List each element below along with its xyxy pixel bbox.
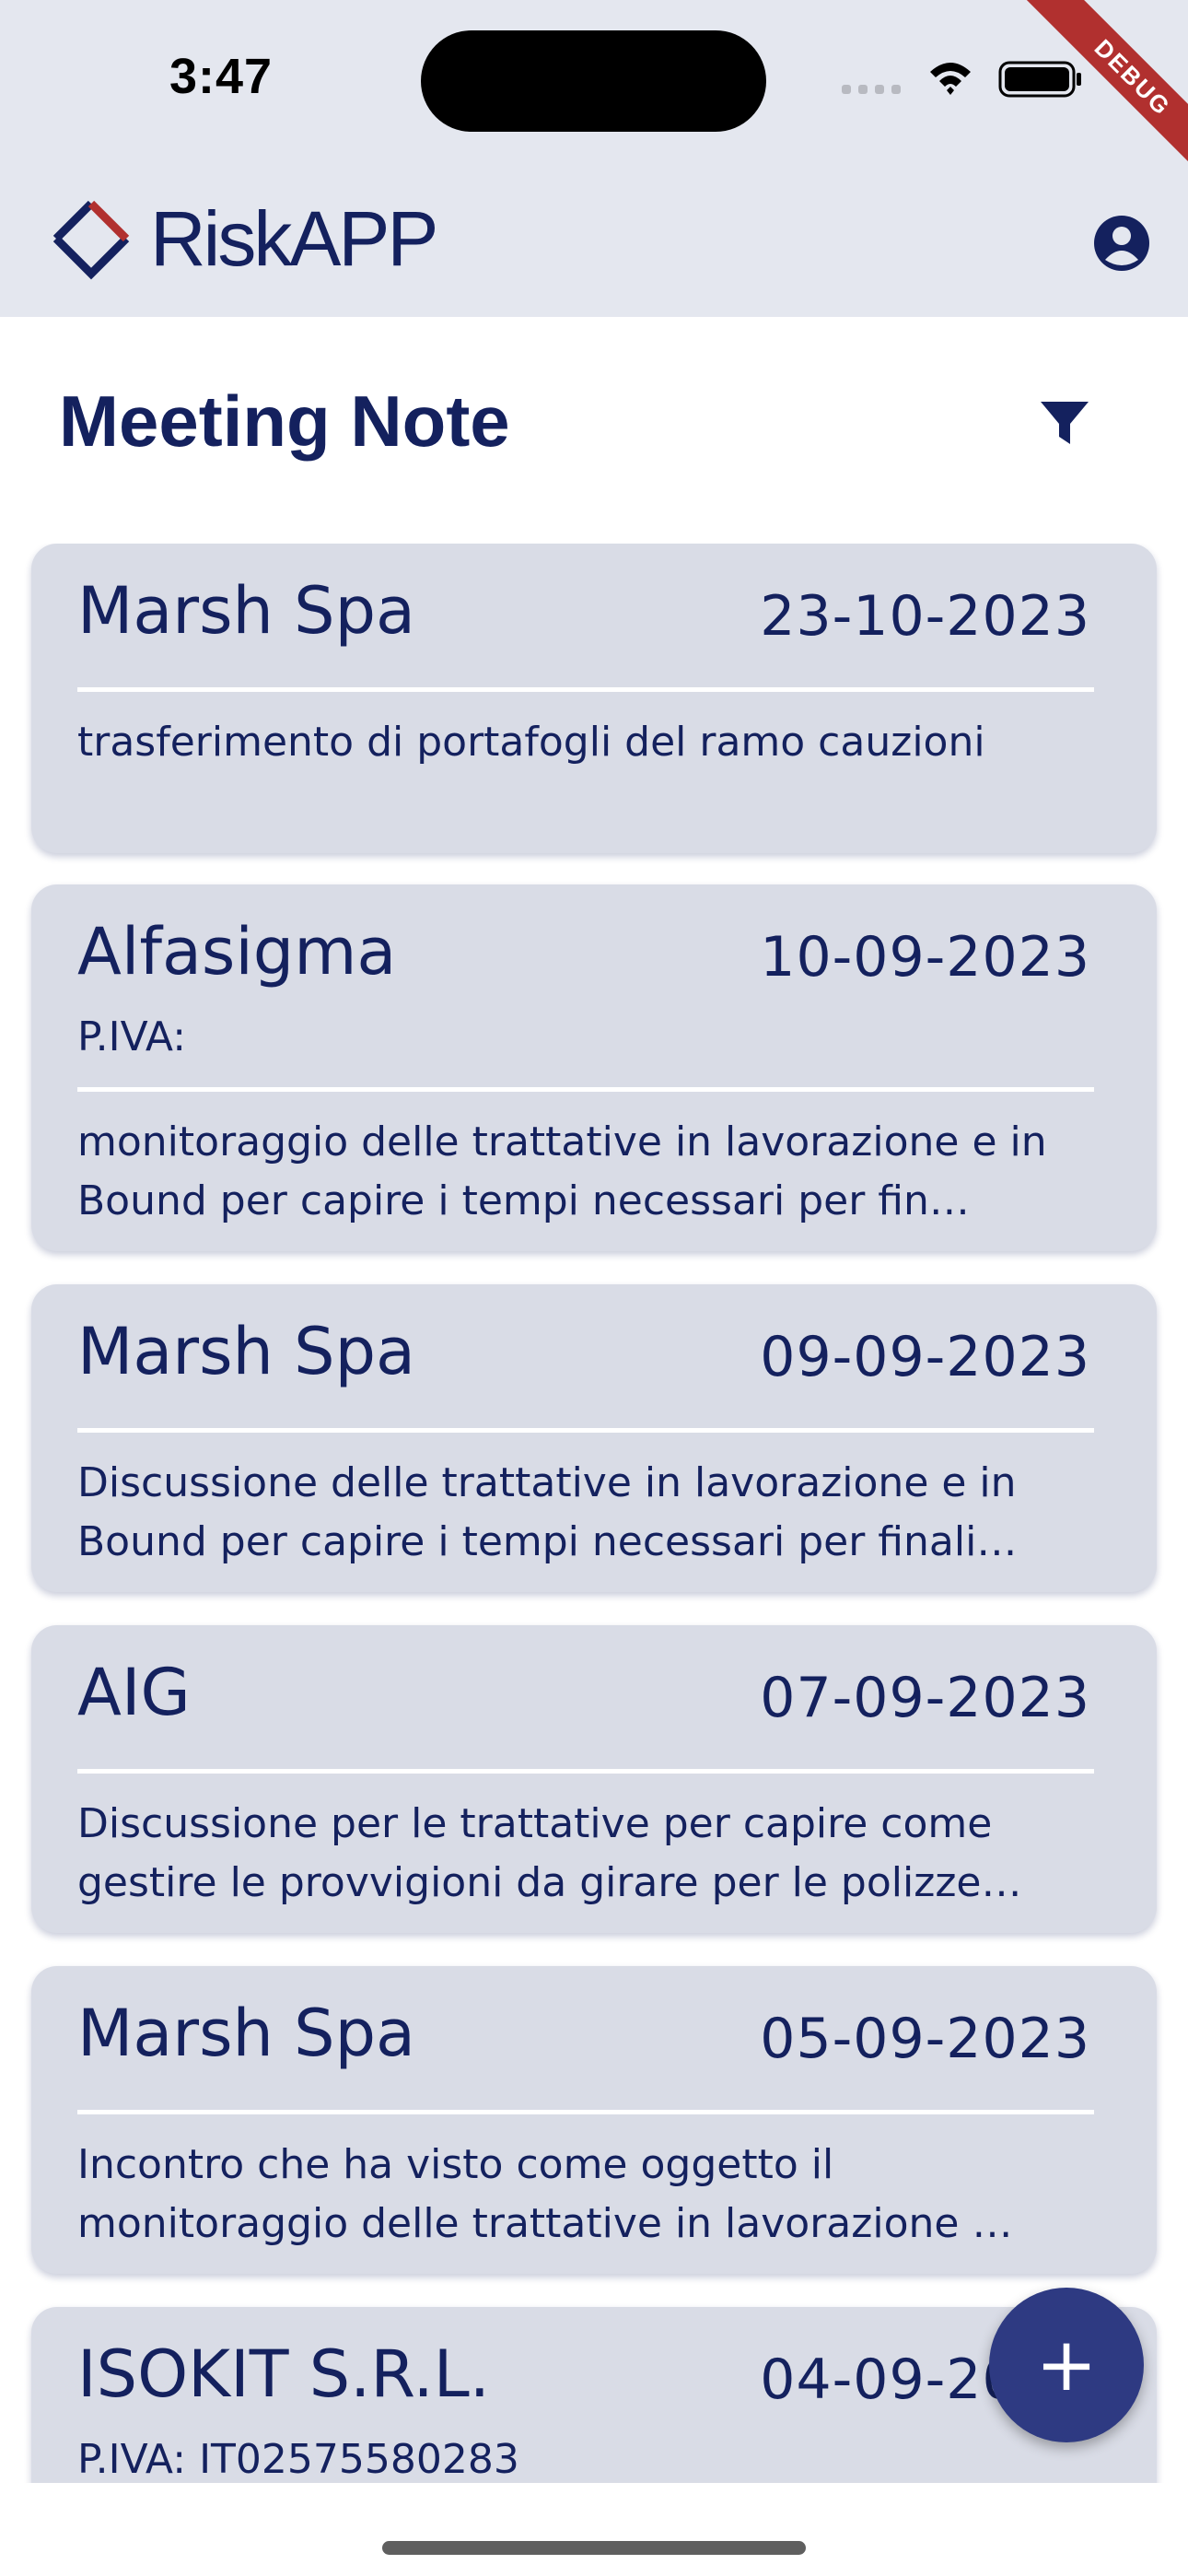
status-time: 3:47 [169,49,274,104]
meeting-note-list[interactable]: Marsh Spa 23-10-2023 trasferimento di po… [0,544,1188,2483]
add-note-button[interactable]: + [989,2288,1144,2442]
account-circle-icon[interactable] [1092,214,1151,273]
meeting-note-text: Discussione per le trattative per capire… [77,1800,1022,1906]
meeting-date: 23-10-2023 [760,584,1090,649]
meeting-note-text: trasferimento di portafogli del ramo cau… [77,719,985,766]
meeting-note-card[interactable]: Alfasigma 10-09-2023 P.IVA: monitoraggio… [31,884,1157,1251]
meeting-date: 07-09-2023 [760,1666,1090,1730]
meeting-note-text: Discussione delle trattative in lavorazi… [77,1459,1018,1565]
filter-icon[interactable] [1037,394,1092,450]
company-name: AIG [77,1655,191,1730]
meeting-note-card[interactable]: ISOKIT S.R.L. 04-09-2023 P.IVA: IT025755… [31,2307,1157,2483]
meeting-note-card[interactable]: Marsh Spa 09-09-2023 Discussione delle t… [31,1284,1157,1592]
meeting-note-card[interactable]: Marsh Spa 23-10-2023 trasferimento di po… [31,544,1157,853]
meeting-note-card[interactable]: AIG 07-09-2023 Discussione per le tratta… [31,1625,1157,1933]
top-bar: 3:47 DEBUG RiskAPP [0,0,1188,317]
cellular-signal-icon [842,85,901,94]
add-icon: + [1035,2322,1098,2407]
company-name: Marsh Spa [77,573,415,649]
page-title: Meeting Note [59,381,510,462]
meeting-date: 05-09-2023 [760,2007,1090,2071]
company-name: Marsh Spa [77,1314,415,1389]
wifi-icon [930,63,971,95]
meeting-note-text: Incontro che ha visto come oggetto il mo… [77,2141,1013,2247]
brand: RiskAPP [43,190,438,287]
meeting-date: 10-09-2023 [760,925,1090,989]
home-indicator[interactable] [382,2541,806,2555]
riskapp-logo-icon [52,200,130,280]
debug-label: DEBUG [1020,0,1188,184]
card-divider [77,2110,1094,2114]
meeting-date: 09-09-2023 [760,1325,1090,1389]
card-divider [77,687,1094,692]
company-name: Alfasigma [77,914,397,989]
card-divider [77,1428,1094,1433]
card-divider [77,1769,1094,1774]
vat-number: P.IVA: [77,1013,187,1060]
meeting-note-card[interactable]: Marsh Spa 05-09-2023 Incontro che ha vis… [31,1966,1157,2274]
company-name: ISOKIT S.R.L. [77,2336,491,2412]
meeting-note-text: monitoraggio delle trattative in lavoraz… [77,1118,1047,1224]
dynamic-island [421,30,766,132]
card-divider [77,1087,1094,1092]
vat-number: P.IVA: IT02575580283 [77,2436,519,2483]
debug-ribbon: DEBUG [1004,0,1188,184]
company-name: Marsh Spa [77,1996,415,2071]
brand-name: RiskAPP [150,194,438,282]
